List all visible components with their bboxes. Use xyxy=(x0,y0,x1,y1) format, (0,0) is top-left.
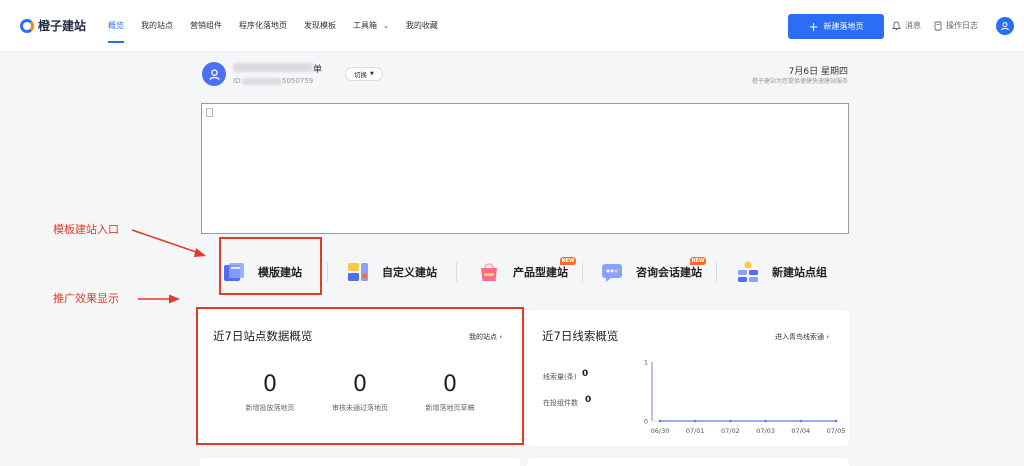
build-option-consult[interactable]: 咨询会话建站 xyxy=(600,255,702,289)
chart-point xyxy=(729,419,732,423)
site-group-icon xyxy=(736,260,760,284)
site-overview-title: 近7日站点数据概览 xyxy=(213,329,313,343)
brand-logo[interactable]: 橙子建站 xyxy=(20,17,86,34)
lead-trend-chart: 0 1 06/30 07/01 07/02 07/03 07/04 07/05 xyxy=(644,359,845,436)
build-option-label: 咨询会话建站 xyxy=(636,266,702,279)
chart-point xyxy=(799,419,803,423)
build-option-product[interactable]: 产品型建站 xyxy=(477,255,568,289)
nav-item-discover-templates[interactable]: 发现模板 xyxy=(304,0,336,52)
stat-drafts-label: 新增落地页草稿 xyxy=(425,404,475,412)
nav-item-overview[interactable]: 概览 xyxy=(108,0,124,52)
stat-rejected-pages-value: 0 xyxy=(353,372,367,397)
annotation-arrow-icon xyxy=(131,229,206,257)
nav-item-programmatic-pages[interactable]: 程序化落地页 xyxy=(239,0,287,52)
new-landing-page-label: 新建落地页 xyxy=(823,22,864,31)
lead-overview-title: 近7日线索概览 xyxy=(542,329,619,343)
plus-icon: + xyxy=(808,19,819,34)
build-option-custom[interactable]: 自定义建站 xyxy=(346,255,437,289)
custom-build-icon xyxy=(346,260,370,284)
chart-point xyxy=(834,419,838,423)
chart-point xyxy=(764,419,767,423)
brand-name: 橙子建站 xyxy=(38,19,87,33)
build-option-label: 自定义建站 xyxy=(382,266,437,279)
my-sites-link[interactable]: 我的站点 › xyxy=(469,332,502,342)
nav-item-toolbox-label: 工具箱 xyxy=(353,21,377,30)
nav-item-favorites[interactable]: 我的收藏 xyxy=(406,0,438,52)
divider xyxy=(456,262,457,282)
active-components-label: 在投组件数 xyxy=(543,399,578,407)
next-card-edge xyxy=(527,458,849,466)
user-icon xyxy=(208,68,220,80)
bell-icon xyxy=(892,21,901,30)
annotation-arrow-icon xyxy=(138,294,180,304)
operation-log-label: 操作日志 xyxy=(946,21,978,30)
user-id-tail: 5050759 xyxy=(282,77,314,85)
lead-count-label: 线索量(条) xyxy=(543,373,577,381)
annotation-template-entry: 模板建站入口 xyxy=(53,223,119,236)
operation-log-button[interactable]: 操作日志 xyxy=(934,20,978,31)
user-avatar xyxy=(202,62,226,86)
chart-y-tick-label: 1 xyxy=(644,359,648,367)
divider xyxy=(582,262,583,282)
username-tail: 单 xyxy=(313,65,323,75)
build-option-site-group[interactable]: 新建站点组 xyxy=(736,255,827,289)
chart-x-tick-label: 07/03 xyxy=(756,427,775,435)
stat-new-pages-label: 新增投放落地页 xyxy=(245,404,295,412)
chart-point xyxy=(693,419,697,423)
new-badge: NEW xyxy=(690,257,706,265)
enter-leads-link[interactable]: 进入青鸟线索通 › xyxy=(775,332,829,342)
messages-button[interactable]: 消息 xyxy=(892,20,921,31)
top-nav-bar: 橙子建站 概览 我的站点 营销组件 程序化落地页 发现模板 工具箱 ⌄ 我的收藏 … xyxy=(0,0,1024,52)
switch-account-button[interactable]: 切换 ▼ xyxy=(345,67,383,81)
chart-x-tick-label: 07/02 xyxy=(721,427,740,435)
chart-x-tick-label: 07/01 xyxy=(686,427,705,435)
new-landing-page-button[interactable]: + 新建落地页 xyxy=(788,14,884,39)
logo-icon xyxy=(20,18,34,33)
build-option-label: 产品型建站 xyxy=(513,266,568,279)
promo-banner[interactable] xyxy=(201,103,849,234)
nav-item-my-sites[interactable]: 我的站点 xyxy=(141,0,173,52)
chart-point xyxy=(658,419,662,423)
stat-drafts-value: 0 xyxy=(443,372,457,397)
new-badge: NEW xyxy=(560,257,576,265)
nav-item-toolbox[interactable]: 工具箱 ⌄ xyxy=(353,0,389,52)
user-icon xyxy=(1001,22,1009,31)
build-option-label: 新建站点组 xyxy=(772,266,827,279)
caret-down-icon: ▼ xyxy=(370,71,374,77)
user-id-label: ID: xyxy=(233,77,243,85)
divider xyxy=(716,262,717,282)
enter-leads-link-label: 进入青鸟线索通 xyxy=(775,333,824,341)
lead-count-value: 0 xyxy=(582,369,589,379)
next-card-edge xyxy=(200,458,520,466)
consult-build-icon xyxy=(600,260,624,284)
user-avatar-top[interactable] xyxy=(996,17,1014,35)
my-sites-link-label: 我的站点 xyxy=(469,333,497,341)
product-build-icon xyxy=(477,260,501,284)
stat-rejected-pages-label: 审核未通过落地页 xyxy=(332,404,388,412)
chart-x-tick-label: 06/30 xyxy=(651,427,670,435)
chevron-right-icon: › xyxy=(499,333,503,341)
annotation-promotion-effect: 推广效果显示 xyxy=(53,292,119,305)
redacted-username xyxy=(233,63,313,72)
switch-label: 切换 xyxy=(354,71,367,79)
date-subtitle: 橙子建站为您提供便捷快速建站服务 xyxy=(751,78,848,85)
active-components-value: 0 xyxy=(585,395,592,405)
annotation-highlight-template-build xyxy=(219,237,322,295)
chart-y-tick-label: 0 xyxy=(644,418,648,426)
chart-x-tick-label: 07/05 xyxy=(827,427,845,435)
chevron-down-icon: ⌄ xyxy=(383,22,389,30)
redacted-user-id xyxy=(243,78,281,85)
chevron-right-icon: › xyxy=(826,333,830,341)
chart-x-tick-label: 07/04 xyxy=(791,427,810,435)
main-nav: 概览 我的站点 营销组件 程序化落地页 发现模板 工具箱 ⌄ 我的收藏 xyxy=(108,0,455,52)
divider xyxy=(327,262,328,282)
stat-new-pages-value: 0 xyxy=(263,372,277,397)
broken-image-icon xyxy=(206,108,213,117)
document-icon xyxy=(934,21,942,30)
messages-label: 消息 xyxy=(905,21,921,30)
nav-item-marketing-components[interactable]: 营销组件 xyxy=(190,0,222,52)
